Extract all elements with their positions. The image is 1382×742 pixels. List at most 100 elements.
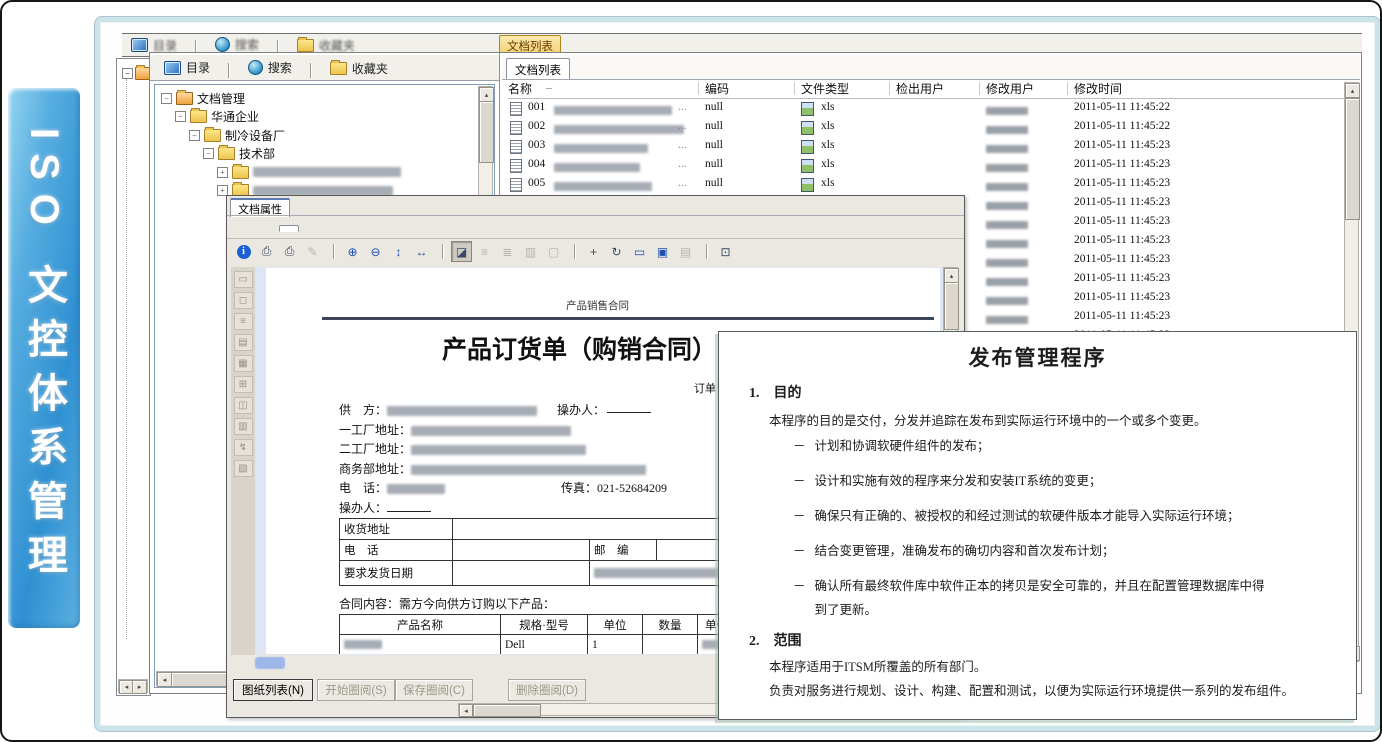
directory-icon [131, 38, 148, 52]
name-ellipsis: ... [678, 120, 687, 132]
side-tool-icon[interactable]: ◻ [234, 292, 253, 309]
tree-node-factory[interactable]: −制冷设备厂 [189, 126, 401, 145]
name-ellipsis: ... [678, 158, 687, 170]
scrollbar-thumb[interactable] [479, 101, 494, 163]
properties-tab[interactable] [256, 226, 274, 231]
side-tool-icon[interactable]: ≡ [234, 313, 253, 330]
redacted-user [986, 297, 1028, 305]
side-tool-icon[interactable]: ▭ [234, 271, 253, 288]
sheet-list-button[interactable]: 图纸列表(N) [233, 679, 313, 701]
scrollbar-thumb[interactable] [1345, 98, 1360, 220]
select-tool-icon[interactable]: ◪ [451, 241, 472, 262]
properties-tab[interactable] [304, 226, 322, 231]
scrollbar-thumb[interactable] [944, 282, 959, 330]
front-favorites-button[interactable]: 收藏夹 [324, 58, 394, 79]
column-header-modify-user[interactable]: 修改用户 [986, 80, 1034, 97]
section1-intro: 本程序的目的是交付，分发并追踪在发布到实际运行环境中的一个或多个变更。 [769, 410, 1207, 429]
column-header-name[interactable]: 名称 [508, 80, 532, 97]
expand-toggle[interactable]: − [189, 130, 200, 141]
properties-tab[interactable] [279, 225, 299, 232]
bullet-dash: － [793, 539, 806, 563]
scroll-left-button[interactable]: ◂ [157, 672, 172, 687]
table-header: 名称 – 编码 文件类型 检出用户 修改用户 修改时间 [508, 80, 1344, 99]
modify-time: 2011-05-11 11:45:23 [1074, 196, 1170, 208]
scroll-up-button[interactable]: ▴ [1345, 83, 1360, 98]
full-view-icon[interactable]: ▣ [652, 241, 673, 262]
side-tool-icon[interactable]: ◫ [234, 397, 253, 414]
modify-time: 2011-05-11 11:45:22 [1074, 101, 1170, 113]
side-tool-icon[interactable]: ⊞ [234, 376, 253, 393]
tree-guide-line [126, 79, 128, 639]
side-tool-icon[interactable]: ▤ [234, 334, 253, 351]
column-header-code[interactable]: 编码 [705, 80, 729, 97]
banner-title: ISO 文控体系管理 [15, 128, 73, 588]
expand-toggle[interactable]: − [122, 68, 133, 79]
column-header-checkout-user[interactable]: 检出用户 [896, 80, 944, 97]
redacted-user [986, 202, 1028, 210]
delete-review-button: 删除圈阅(D) [508, 679, 586, 701]
properties-tab[interactable] [373, 226, 391, 231]
table-row[interactable]: 003 ... null xls 2011-05-11 11:45:23 [508, 137, 1344, 156]
properties-tab[interactable] [233, 226, 251, 231]
release-bullet: －确认所有最终软件库中软件正本的拷贝是安全可靠的，并且在配置管理数据库中得到了更… [793, 574, 1265, 622]
toolbar-separator [442, 244, 443, 259]
marquee-zoom-icon[interactable]: ▭ [629, 241, 650, 262]
front-doc-list-tab[interactable]: 文档列表 [506, 58, 570, 79]
text-block-icon: ≣ [497, 241, 518, 262]
tree-node-doc-management[interactable]: −文档管理 [161, 89, 401, 108]
file-type: xls [821, 101, 834, 113]
background-tree-hscrollbar[interactable]: ◂ ▸ [118, 679, 148, 693]
side-tool-icon[interactable]: ▧ [234, 460, 253, 477]
expand-toggle[interactable]: − [161, 93, 172, 104]
fit-width-icon[interactable]: ↔ [411, 241, 432, 262]
zoom-in-icon[interactable]: ⊕ [342, 241, 363, 262]
side-tool-icon[interactable]: ↯ [234, 439, 253, 456]
front-directory-button[interactable]: 目录 [158, 57, 216, 78]
doc-number: 005 [528, 177, 545, 189]
scroll-right-button[interactable]: ▸ [132, 680, 147, 694]
side-tool-icon[interactable]: ▦ [234, 355, 253, 372]
modify-time: 2011-05-11 11:45:22 [1074, 120, 1170, 132]
file-type: xls [821, 158, 834, 170]
scroll-left-button[interactable]: ◂ [459, 704, 473, 717]
side-tool-icon[interactable]: ▥ [234, 418, 253, 435]
xls-file-icon [801, 140, 814, 154]
column-header-filetype[interactable]: 文件类型 [801, 80, 849, 97]
redacted-doc-name [554, 163, 640, 172]
fit-height-icon[interactable]: ↕ [388, 241, 409, 262]
contract-line: 合同内容：需方今向供方订购以下产品： [339, 595, 555, 612]
front-search-button[interactable]: 搜索 [242, 57, 298, 78]
expand-toggle[interactable]: − [175, 111, 186, 122]
scrollbar-thumb[interactable] [473, 704, 541, 717]
doc-code: null [705, 120, 723, 132]
section2-heading: 2. 范围 [749, 630, 802, 650]
screen-icon[interactable]: ⊡ [715, 241, 736, 262]
release-title: 发布管理程序 [719, 342, 1356, 372]
scroll-up-button[interactable]: ▴ [944, 268, 959, 283]
expand-toggle[interactable]: − [203, 148, 214, 159]
bullet-dash: － [793, 574, 806, 622]
table-row[interactable]: 002 ... null xls 2011-05-11 11:45:22 [508, 118, 1344, 137]
zoom-out-icon[interactable]: ⊖ [365, 241, 386, 262]
tree-node-redacted[interactable]: + [217, 163, 401, 182]
rotate-icon[interactable]: ↻ [606, 241, 627, 262]
table-row[interactable]: 001 ... null xls 2011-05-11 11:45:22 [508, 99, 1344, 118]
tree-node-company[interactable]: −华通企业 [175, 108, 401, 127]
redacted-doc-name [554, 125, 684, 134]
table-row[interactable]: 004 ... null xls 2011-05-11 11:45:23 [508, 156, 1344, 175]
pan-icon[interactable]: + [583, 241, 604, 262]
redacted-user [986, 126, 1028, 134]
search-icon [215, 37, 230, 52]
properties-tab[interactable] [350, 226, 368, 231]
toolbar-separator [574, 244, 575, 259]
print-preview-icon[interactable]: ⎙ [256, 241, 277, 262]
order-header-rule [322, 317, 934, 320]
tree-node-tech-dept[interactable]: −技术部 [203, 145, 401, 164]
column-header-modify-time[interactable]: 修改时间 [1074, 80, 1122, 97]
scroll-up-button[interactable]: ▴ [479, 87, 494, 102]
info-icon[interactable]: i [233, 241, 254, 262]
expand-toggle[interactable]: + [217, 167, 228, 178]
table-row[interactable]: 005 ... null xls 2011-05-11 11:45:23 [508, 175, 1344, 194]
properties-tab[interactable] [327, 226, 345, 231]
print-icon[interactable]: ⎙ [279, 241, 300, 262]
